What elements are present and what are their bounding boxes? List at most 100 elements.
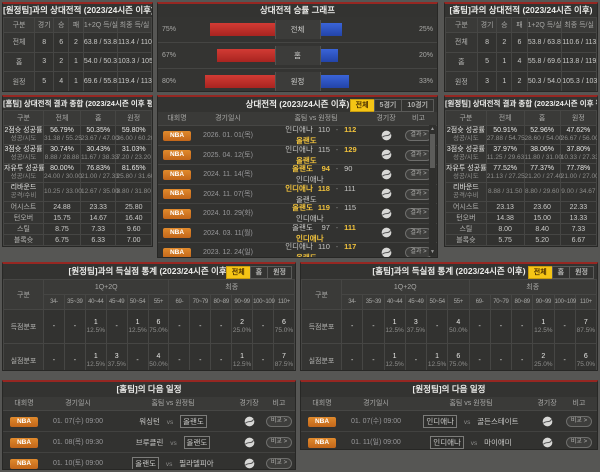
venue-icon: [244, 458, 254, 468]
cell: 5: [476, 51, 498, 73]
group-header-final: 최종: [168, 279, 295, 295]
list-header: 대회명 경기일시 홈팀 vs 원정팀 경기장 비고: [301, 397, 597, 411]
stat-label: 2점슛 성공률 성공/시도: [445, 125, 487, 145]
group-header-final: 최종: [468, 279, 597, 295]
cell: 38.06% 11.80 / 31.00: [523, 144, 562, 164]
result-button[interactable]: 결과 >: [405, 130, 432, 142]
tab-home[interactable]: 홈: [551, 266, 571, 279]
scroll-up-icon[interactable]: ▲: [429, 125, 436, 133]
cell: 30.74% 8.88 / 28.88: [42, 144, 81, 164]
game-row: NBA 2026. 01. 01(목) 인디애나 110 - 112 올랜도 결…: [158, 126, 437, 146]
tab-all[interactable]: 전체: [349, 99, 375, 112]
result-button[interactable]: 결과 >: [405, 227, 432, 239]
col-header: 1+2Q 득/실: [526, 17, 563, 33]
cell: 53.8 / 63.8: [526, 32, 563, 53]
tab-10games[interactable]: 10경기: [401, 99, 434, 112]
cell: -: [510, 343, 534, 370]
tab-all[interactable]: 전체: [527, 266, 553, 279]
table-header: 구분 경기 승 패 1+2Q 득/실 최종 득/실: [3, 17, 152, 33]
col-header: 45~49: [404, 294, 428, 310]
panel-title: 상대전적 승률 그래프: [158, 4, 437, 17]
group-header-q12: 1Q+2Q: [42, 279, 170, 295]
group-header-q12: 1Q+2Q: [341, 279, 470, 295]
col-header: 구분: [445, 17, 478, 33]
winrate-graph-panel: 상대전적 승률 그래프 75% 전체 25% 67% 홈 20% 80% 원정 …: [157, 2, 438, 92]
cell: 2: [68, 32, 84, 53]
game-date: 2024. 03. 11(월): [203, 229, 253, 237]
col-header: 홈: [79, 110, 117, 126]
result-button[interactable]: 결과 >: [405, 149, 432, 161]
game-date: 01. 10(토) 09:00: [52, 460, 104, 467]
cell: 47.62% 26.67 / 56.00: [559, 125, 597, 145]
tab-away[interactable]: 원정: [267, 266, 292, 279]
compare-button[interactable]: 비교 >: [265, 416, 293, 427]
score-dash: -: [335, 222, 339, 232]
dist-row: 실점분포 - - 1 12.5% 3 37.5% - 4 50.0% - - - 11…: [3, 343, 295, 370]
cell: 전체: [445, 32, 478, 53]
col-header: 69-: [468, 294, 491, 310]
cell: 7 87.5%: [272, 343, 295, 370]
col-header: 대회명: [167, 115, 187, 122]
scroll-down-icon[interactable]: ▼: [429, 248, 436, 256]
schedule-row: NBA 01. 07(수) 09:00 워싱턴 vs 올랜도 비교 >: [3, 411, 295, 432]
compare-button[interactable]: 비교 >: [565, 437, 593, 448]
cell: 113.4 / 110.6: [116, 32, 152, 53]
stat-label: 턴오버: [445, 212, 487, 224]
home-winrate-bar: [209, 23, 275, 36]
cell: 37.80% 10.33 / 27.33: [559, 144, 597, 164]
home-winrate-label: 75%: [162, 26, 177, 33]
schedule-row: NBA 01. 10(토) 09:00 올랜도 vs 필라델피아 비교 >: [3, 453, 295, 469]
cell: -: [510, 309, 534, 344]
cell: 22.33: [559, 201, 597, 213]
graph-row: 80% 원정 33%: [158, 69, 437, 91]
scroll-thumb[interactable]: [430, 134, 435, 168]
compare-button[interactable]: 비교 >: [265, 458, 293, 469]
cell: 원정: [3, 71, 36, 91]
cell: 3 37.5%: [105, 343, 128, 370]
cell: 6: [511, 32, 528, 53]
tab-5games[interactable]: 5경기: [373, 99, 403, 112]
stat-label: 어시스트: [445, 201, 487, 213]
stat-label: 3점슛 성공률 성공/시도: [445, 144, 487, 164]
panel-title: [홈팀]의 다음 일정: [3, 382, 295, 397]
score-dash: -: [335, 242, 339, 252]
away-score: 117: [344, 242, 357, 252]
cell: 7.33: [79, 223, 117, 235]
stat-label: 2점슛 성공률 성공/시도: [3, 125, 44, 145]
cell: -: [63, 309, 86, 344]
away-schedule-panel: [원정팀]의 다음 일정 대회명 경기일시 홈팀 vs 원정팀 경기장 비고 N…: [300, 380, 598, 450]
home-schedule-panel: [홈팀]의 다음 일정 대회명 경기일시 홈팀 vs 원정팀 경기장 비고 NB…: [2, 380, 296, 470]
venue-icon: [244, 437, 254, 447]
scrollbar[interactable]: ▲ ▼: [429, 125, 436, 256]
game-date: 01. 11(일) 09:00: [351, 439, 401, 446]
tab-away[interactable]: 원정: [569, 266, 594, 279]
tab-home[interactable]: 홈: [249, 266, 269, 279]
venue-tabs: 전체 홈 원정: [527, 266, 594, 279]
cell: 5: [34, 71, 55, 91]
compare-button[interactable]: 비교 >: [565, 416, 593, 427]
graph-row: 75% 전체 25%: [158, 17, 437, 43]
venue-icon: [381, 227, 391, 238]
compare-button[interactable]: 비교 >: [265, 437, 293, 448]
home-winrate-label: 80%: [162, 78, 177, 85]
cell: 77.37% 21.20 / 27.40: [523, 163, 562, 183]
tab-all[interactable]: 전체: [225, 266, 251, 279]
stat-label: 스틸: [3, 223, 44, 235]
cell: 23.33: [79, 201, 117, 213]
league-badge: NBA: [163, 208, 191, 219]
home-team: 인디애나: [285, 183, 313, 193]
result-button[interactable]: 결과 >: [405, 208, 432, 220]
result-button[interactable]: 결과 >: [405, 188, 432, 200]
panel-title: [원정팀]과의 상대전적 (2023/24시즌 이후): [3, 4, 153, 17]
graph-row-label: 홈: [274, 46, 321, 65]
col-header: 80~89: [510, 294, 534, 310]
panel-title: [홈팀]과의 상대전적 (2023/24시즌 이후): [445, 4, 597, 17]
score-dash: -: [335, 183, 339, 193]
result-button[interactable]: 결과 >: [405, 247, 432, 257]
result-button[interactable]: 결과 >: [405, 169, 432, 181]
game-date: 01. 08(목) 09:30: [52, 439, 104, 446]
home-team: 올랜도: [132, 456, 159, 469]
col-header: 45~49: [105, 294, 128, 310]
cell: 14.67: [79, 212, 117, 224]
cell: -: [210, 343, 233, 370]
